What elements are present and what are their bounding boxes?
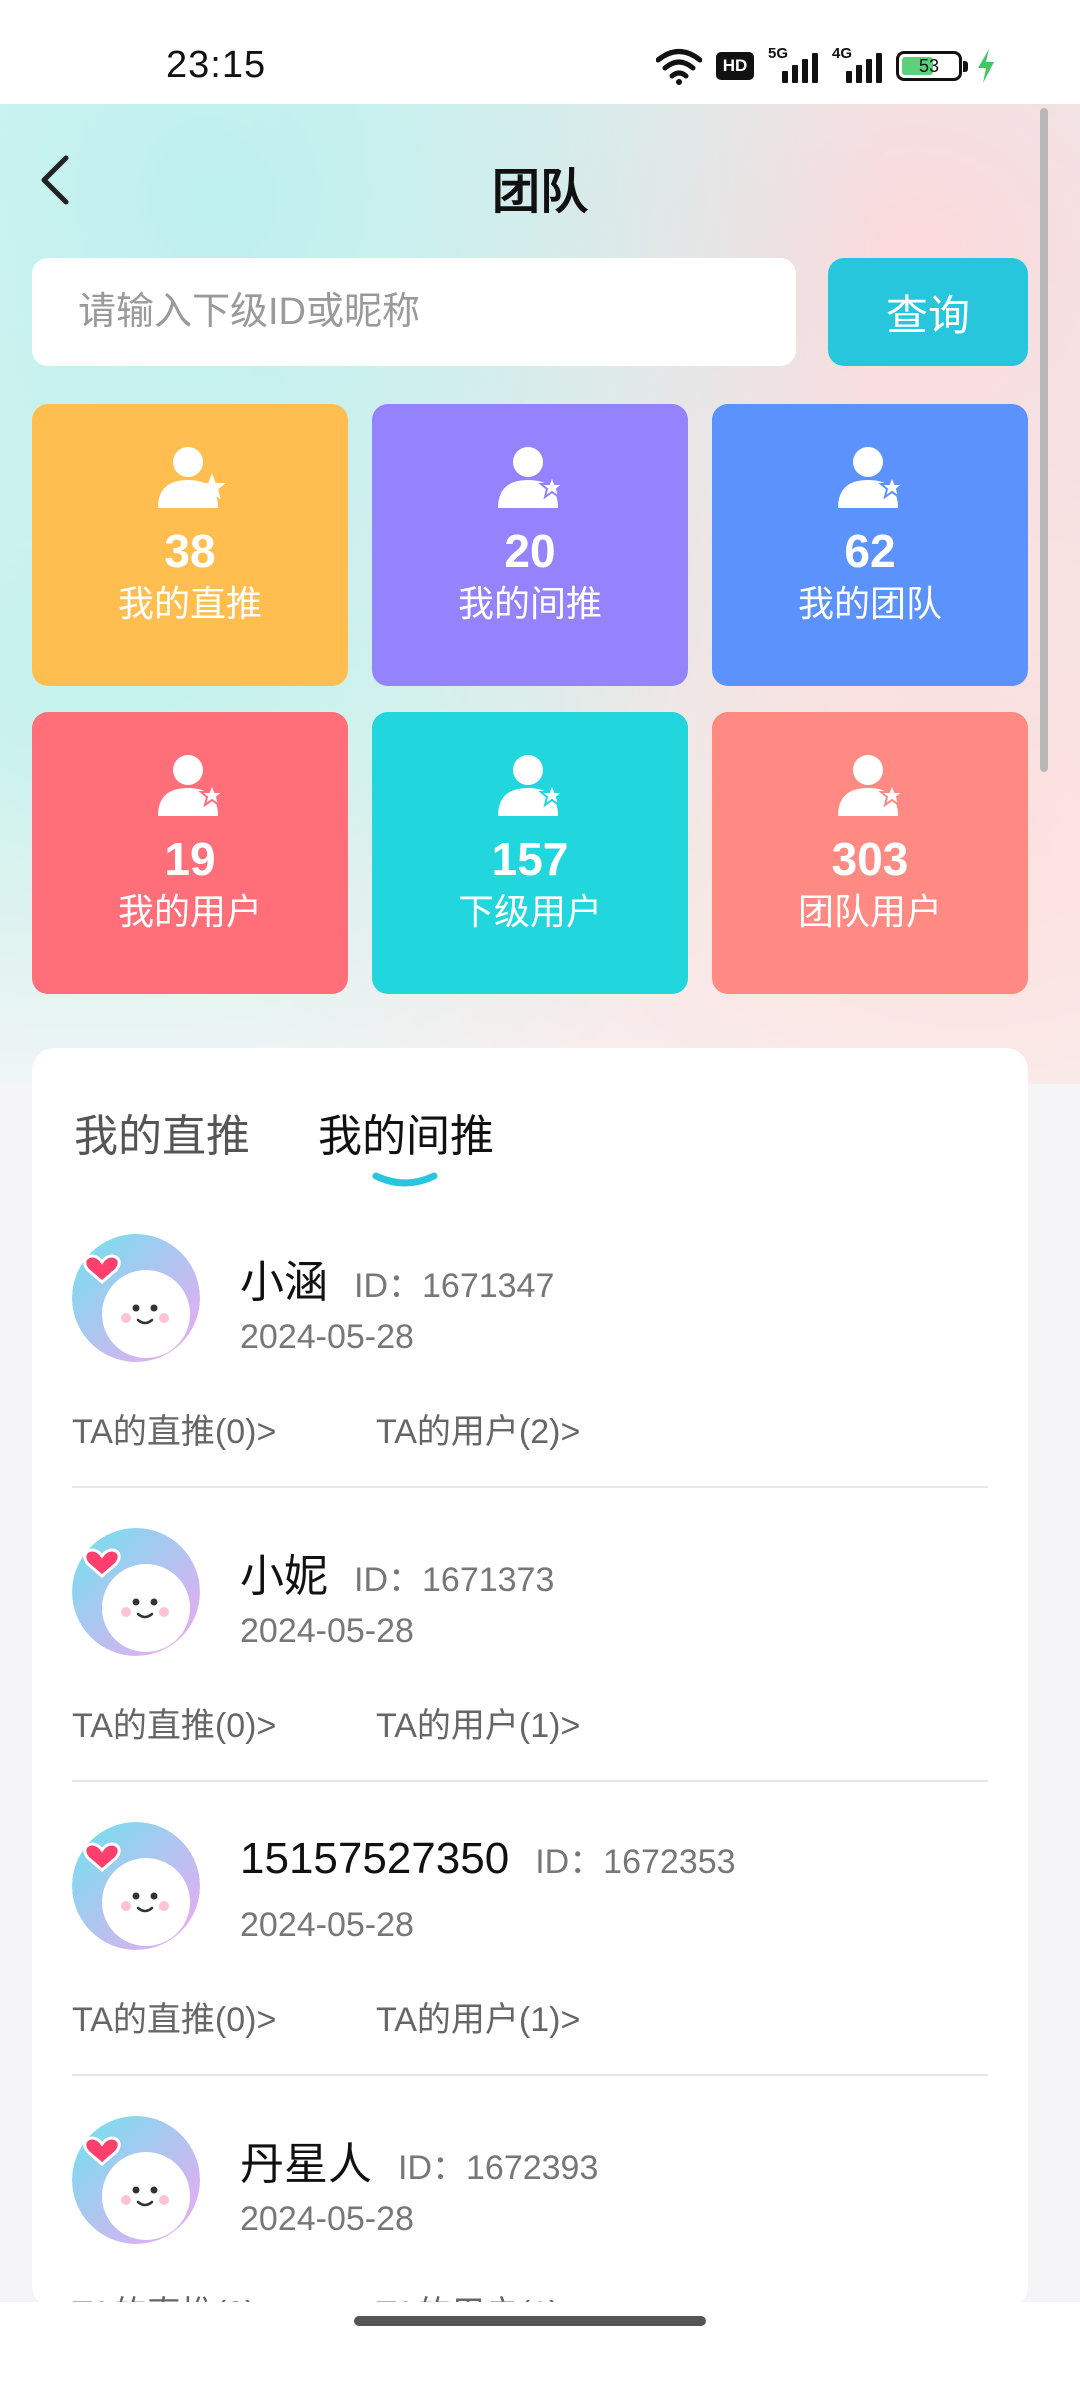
stat-card-sub-users[interactable]: 157 下级用户 [372,712,688,994]
member-date: 2024-05-28 [240,1612,414,1650]
tab-direct[interactable]: 我的直推 [74,1100,250,1164]
stat-count: 19 [164,833,216,885]
stat-count: 303 [831,833,909,885]
stat-card-direct[interactable]: 38 我的直推 [32,404,348,686]
stat-count: 20 [504,525,556,577]
status-icons: HD 5G 4G 53 [656,44,996,88]
wifi-icon [656,49,702,85]
member-id: ID：1672393 [398,2149,599,2187]
signal-4g-icon: 4G [832,45,882,85]
page-title: 团队 [491,166,588,219]
user-star-icon [498,755,566,816]
avatar [72,1528,200,1656]
hd-icon: HD [716,52,754,80]
member-name: 小涵 ID：1671347 [240,1246,554,1310]
avatar [72,2116,200,2244]
avatar [72,1822,200,1950]
member-name: 小妮 ID：1671373 [240,1540,554,1604]
bolt-icon [978,49,994,83]
avatar [72,1234,200,1362]
user-star-icon [158,447,226,508]
member-direct-link[interactable]: TA的直推(0)> [72,1698,276,1747]
list-item[interactable]: 丹星人ID：1672393 2024-05-28 TA的直推(0)> TA的用户… [72,2076,988,2308]
stats-grid: 38 我的直推 20 我的间推 62 我的团队 19 我的用户 157 下级用户… [32,404,1028,994]
member-list-panel: 我的直推 我的间推 小涵 ID：1671347 2024-05-28 TA的直推(… [32,1048,1028,2308]
member-name-text: 小涵 [240,1258,328,1307]
member-id: ID：1672353 [535,1843,736,1881]
scrollbar[interactable] [1040,108,1048,772]
stat-card-my-users[interactable]: 19 我的用户 [32,712,348,994]
tab-indirect[interactable]: 我的间推 [318,1100,494,1164]
member-name-text: 丹星人 [240,2140,372,2189]
member-name-text: 15157527350 [240,1834,510,1883]
member-date: 2024-05-28 [240,1906,414,1944]
member-users-link[interactable]: TA的用户(2)> [376,1404,580,1453]
member-users-link[interactable]: TA的用户(1)> [376,1992,580,2041]
member-id: ID：1671347 [354,1267,555,1305]
stat-count: 157 [491,833,569,885]
member-users-link[interactable]: TA的用户(1)> [376,1698,580,1747]
stat-label: 下级用户 [457,891,602,932]
user-star-icon [838,755,906,816]
member-name: 15157527350 ID：1672353 [240,1834,736,1884]
stat-card-team[interactable]: 62 我的团队 [712,404,1028,686]
member-name: 丹星人 ID：1672393 [240,2128,598,2192]
stat-count: 62 [844,525,896,577]
member-date: 2024-05-28 [240,2200,414,2238]
home-indicator[interactable] [354,2316,706,2326]
member-date: 2024-05-28 [240,1318,414,1356]
list-item[interactable]: 小涵 ID：1671347 2024-05-28 TA的直推(0)> TA的用户(… [72,1194,988,1488]
status-bar: 23:15 HD 5G 4G 53 [0,0,1080,104]
user-star-icon [498,447,566,508]
list-item[interactable]: 小妮 ID：1671373 2024-05-28 TA的直推(0)> TA的用户(… [72,1488,988,1782]
stat-count: 38 [164,525,216,577]
stat-label: 我的团队 [797,583,942,624]
tab-bar: 我的直推 我的间推 [32,1048,1028,1194]
stat-label: 我的间推 [457,583,602,624]
user-star-icon [838,447,906,508]
member-id: ID：1671373 [354,1561,555,1599]
stat-card-team-users[interactable]: 303 团队用户 [712,712,1028,994]
list-item[interactable]: 15157527350 ID：1672353 2024-05-28 TA的直推(0… [72,1782,988,2076]
stat-label: 我的直推 [117,583,262,624]
member-direct-link[interactable]: TA的直推(0)> [72,1404,276,1453]
tab-active-indicator [372,1172,438,1187]
battery-level: 53 [918,55,940,76]
stat-card-indirect[interactable]: 20 我的间推 [372,404,688,686]
user-star-icon [158,755,226,816]
stat-label: 我的用户 [117,891,262,932]
signal-5g-icon: 5G [768,45,818,85]
member-name-text: 小妮 [240,1552,328,1601]
status-time: 23:15 [166,44,267,86]
battery-icon: 53 [896,51,968,81]
search-input[interactable] [32,258,796,366]
member-direct-link[interactable]: TA的直推(0)> [72,1992,276,2041]
search-button[interactable]: 查询 [828,258,1028,366]
stat-label: 团队用户 [797,891,942,932]
